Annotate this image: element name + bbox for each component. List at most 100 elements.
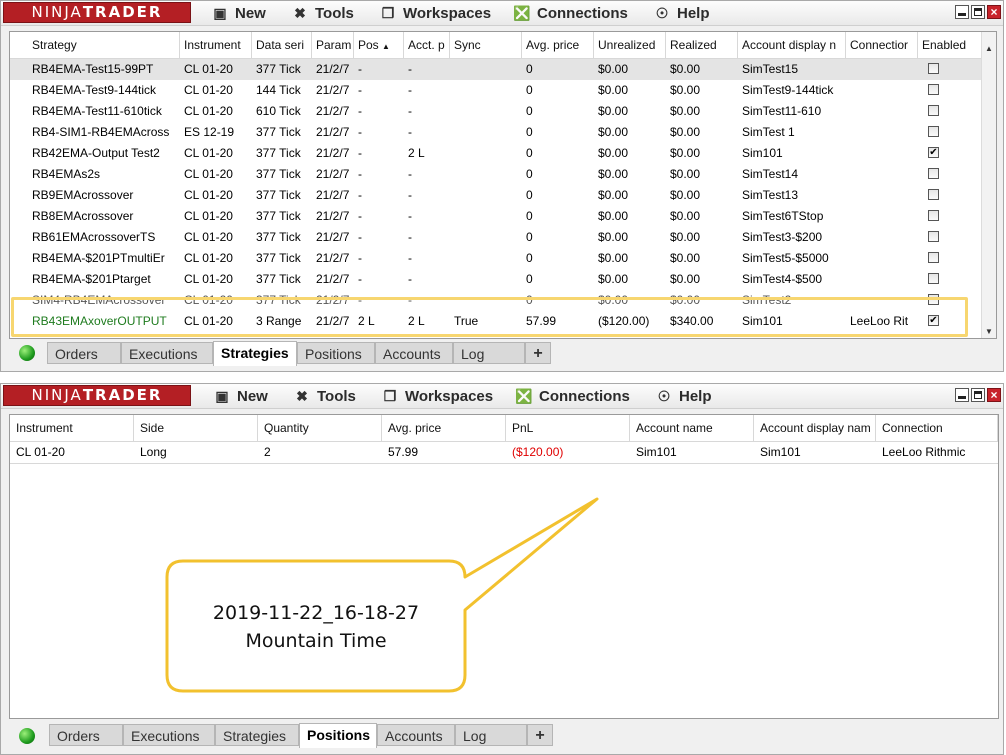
- strategy-cell-pos: -: [358, 83, 362, 97]
- strategy-cell-realized: $0.00: [670, 125, 701, 139]
- enabled-checkbox[interactable]: [928, 252, 939, 263]
- strategy-row[interactable]: RB4EMA-$201Ptarget CL 01-20 377 Tick 21/2/7…: [10, 269, 996, 290]
- add-tab-button[interactable]: +: [525, 342, 551, 364]
- menu-connections-2[interactable]: ❎ Connections: [515, 384, 630, 408]
- strategy-cell-strategy: RB8EMAcrossover: [32, 209, 134, 223]
- strategy-cell-param: 21/2/7: [316, 125, 350, 139]
- strategy-row[interactable]: RB4EMA-Test15-99PT CL 01-20 377 Tick 21/2/7…: [10, 59, 996, 80]
- col-position-label: Pos: [358, 38, 379, 52]
- tab-log[interactable]: Log: [453, 342, 525, 364]
- enabled-checkbox[interactable]: [928, 126, 939, 137]
- col-position[interactable]: Pos ▲: [354, 32, 404, 58]
- enabled-checkbox[interactable]: [928, 231, 939, 242]
- strategy-cell-connection: [846, 227, 918, 248]
- pos-cell-instrument: CL 01-20: [16, 445, 65, 459]
- col-pos-avg-price[interactable]: Avg. price: [382, 415, 506, 441]
- minimize-button-2[interactable]: [955, 388, 969, 402]
- strategy-row[interactable]: RB4EMA-$201PTmultiEr CL 01-20 377 Tick 21/2…: [10, 248, 996, 269]
- strategy-row[interactable]: RB4EMAs2s CL 01-20 377 Tick 21/2/7- -0 $0.00 $…: [10, 164, 996, 185]
- menu-connections[interactable]: ❎ Connections: [513, 1, 628, 25]
- tab-positions[interactable]: Positions: [297, 342, 375, 364]
- col-account-display[interactable]: Account display n: [738, 32, 846, 58]
- strategies-scrollbar[interactable]: ▲ ▼: [981, 32, 996, 338]
- strategy-cell-strategy: RB42EMA-Output Test2: [32, 146, 160, 160]
- tab-log-2[interactable]: Log: [455, 724, 527, 746]
- menu-new-2[interactable]: ▣ New: [213, 384, 267, 408]
- col-pos-connection[interactable]: Connection: [876, 415, 998, 441]
- col-pos-quantity[interactable]: Quantity: [258, 415, 382, 441]
- strategy-row[interactable]: RB8EMAcrossover CL 01-20 377 Tick 21/2/7- -0…: [10, 206, 996, 227]
- tab-executions[interactable]: Executions: [121, 342, 213, 364]
- enabled-checkbox[interactable]: [928, 273, 939, 284]
- strategy-row[interactable]: RB42EMA-Output Test2 CL 01-20 377 Tick 21/2…: [10, 143, 996, 164]
- window-controls: ×: [953, 5, 1001, 21]
- enabled-checkbox[interactable]: [928, 63, 939, 74]
- strategy-cell-strategy: RB4EMA-$201Ptarget: [32, 272, 151, 286]
- tab-accounts-2[interactable]: Accounts: [377, 724, 455, 746]
- enabled-checkbox[interactable]: [928, 210, 939, 221]
- strategy-row[interactable]: RB61EMAcrossoverTS CL 01-20 377 Tick 21/2/7…: [10, 227, 996, 248]
- minimize-button[interactable]: [955, 5, 969, 19]
- strategy-row[interactable]: RB4-SIM1-RB4EMAcross ES 12-19 377 Tick 21/2…: [10, 122, 996, 143]
- menu-tools[interactable]: ✖ Tools: [291, 1, 354, 25]
- col-pos-account-display[interactable]: Account display nam: [754, 415, 876, 441]
- menu-tools-label-2: Tools: [317, 388, 356, 405]
- menu-connections-label: Connections: [537, 5, 628, 22]
- col-pos-pnl[interactable]: PnL: [506, 415, 630, 441]
- col-realized[interactable]: Realized: [666, 32, 738, 58]
- col-account-position[interactable]: Acct. p: [404, 32, 450, 58]
- maximize-button[interactable]: [971, 5, 985, 19]
- tab-orders-2[interactable]: Orders: [49, 724, 123, 746]
- close-button-2[interactable]: ×: [987, 388, 1001, 402]
- pos-cell-pnl: ($120.00): [512, 445, 564, 459]
- menu-new[interactable]: ▣ New: [211, 1, 265, 25]
- strategy-cell-account: SimTest15: [742, 62, 799, 76]
- col-sync[interactable]: Sync: [450, 32, 522, 58]
- menu-workspaces[interactable]: ❐ Workspaces: [379, 1, 491, 25]
- col-instrument[interactable]: Instrument: [180, 32, 252, 58]
- add-tab-button-2[interactable]: +: [527, 724, 553, 746]
- col-strategy[interactable]: Strategy: [28, 32, 180, 58]
- menu-workspaces-2[interactable]: ❐ Workspaces: [381, 384, 493, 408]
- col-data-series[interactable]: Data seri: [252, 32, 312, 58]
- maximize-button-2[interactable]: [971, 388, 985, 402]
- enabled-checkbox[interactable]: [928, 84, 939, 95]
- tab-strip-bottom: Orders Executions Strategies Positions A…: [1, 723, 1003, 749]
- enabled-checkbox[interactable]: [928, 105, 939, 116]
- tab-orders[interactable]: Orders: [47, 342, 121, 364]
- tab-strategies-2[interactable]: Strategies: [215, 724, 299, 746]
- scroll-down-arrow-icon[interactable]: ▼: [985, 327, 993, 336]
- menu-help[interactable]: ☉ Help: [653, 1, 710, 25]
- close-button[interactable]: ×: [987, 5, 1001, 19]
- strategy-cell-instrument: CL 01-20: [184, 251, 233, 265]
- menu-help-2[interactable]: ☉ Help: [655, 384, 712, 408]
- col-connection[interactable]: Connectior: [846, 32, 918, 58]
- strategy-row[interactable]: RB4EMA-Test11-610tick CL 01-20 610 Tick 21/…: [10, 101, 996, 122]
- tab-positions-2[interactable]: Positions: [299, 723, 377, 748]
- strategy-row[interactable]: RB4EMA-Test9-144tick CL 01-20 144 Tick 21/2…: [10, 80, 996, 101]
- tab-executions-2[interactable]: Executions: [123, 724, 215, 746]
- col-enabled[interactable]: Enabled: [918, 32, 984, 58]
- col-pos-instrument[interactable]: Instrument: [10, 415, 134, 441]
- col-pos-account-name[interactable]: Account name: [630, 415, 754, 441]
- tab-strip-top: Orders Executions Strategies Positions A…: [1, 341, 1003, 367]
- menu-tools-2[interactable]: ✖ Tools: [293, 384, 356, 408]
- enabled-checkbox[interactable]: ✔: [928, 147, 939, 158]
- col-avg-price[interactable]: Avg. price: [522, 32, 594, 58]
- col-unrealized[interactable]: Unrealized: [594, 32, 666, 58]
- strategy-cell-connection: [846, 101, 918, 122]
- enabled-checkbox[interactable]: [928, 168, 939, 179]
- strategy-cell-realized: $0.00: [670, 230, 701, 244]
- strategy-cell-instrument: CL 01-20: [184, 83, 233, 97]
- position-row[interactable]: CL 01-20 Long 2 57.99 ($120.00) Sim101 S…: [10, 442, 998, 464]
- enabled-checkbox[interactable]: [928, 189, 939, 200]
- col-parameters[interactable]: Param: [312, 32, 354, 58]
- strategy-cell-unrealized: $0.00: [598, 62, 629, 76]
- new-window-icon: ▣: [213, 5, 227, 21]
- tab-strategies[interactable]: Strategies: [213, 341, 297, 366]
- strategy-cell-strategy: RB4EMAs2s: [32, 167, 101, 181]
- strategy-row[interactable]: RB9EMAcrossover CL 01-20 377 Tick 21/2/7- -0…: [10, 185, 996, 206]
- tab-accounts[interactable]: Accounts: [375, 342, 453, 364]
- scroll-up-arrow-icon[interactable]: ▲: [985, 44, 993, 53]
- col-pos-side[interactable]: Side: [134, 415, 258, 441]
